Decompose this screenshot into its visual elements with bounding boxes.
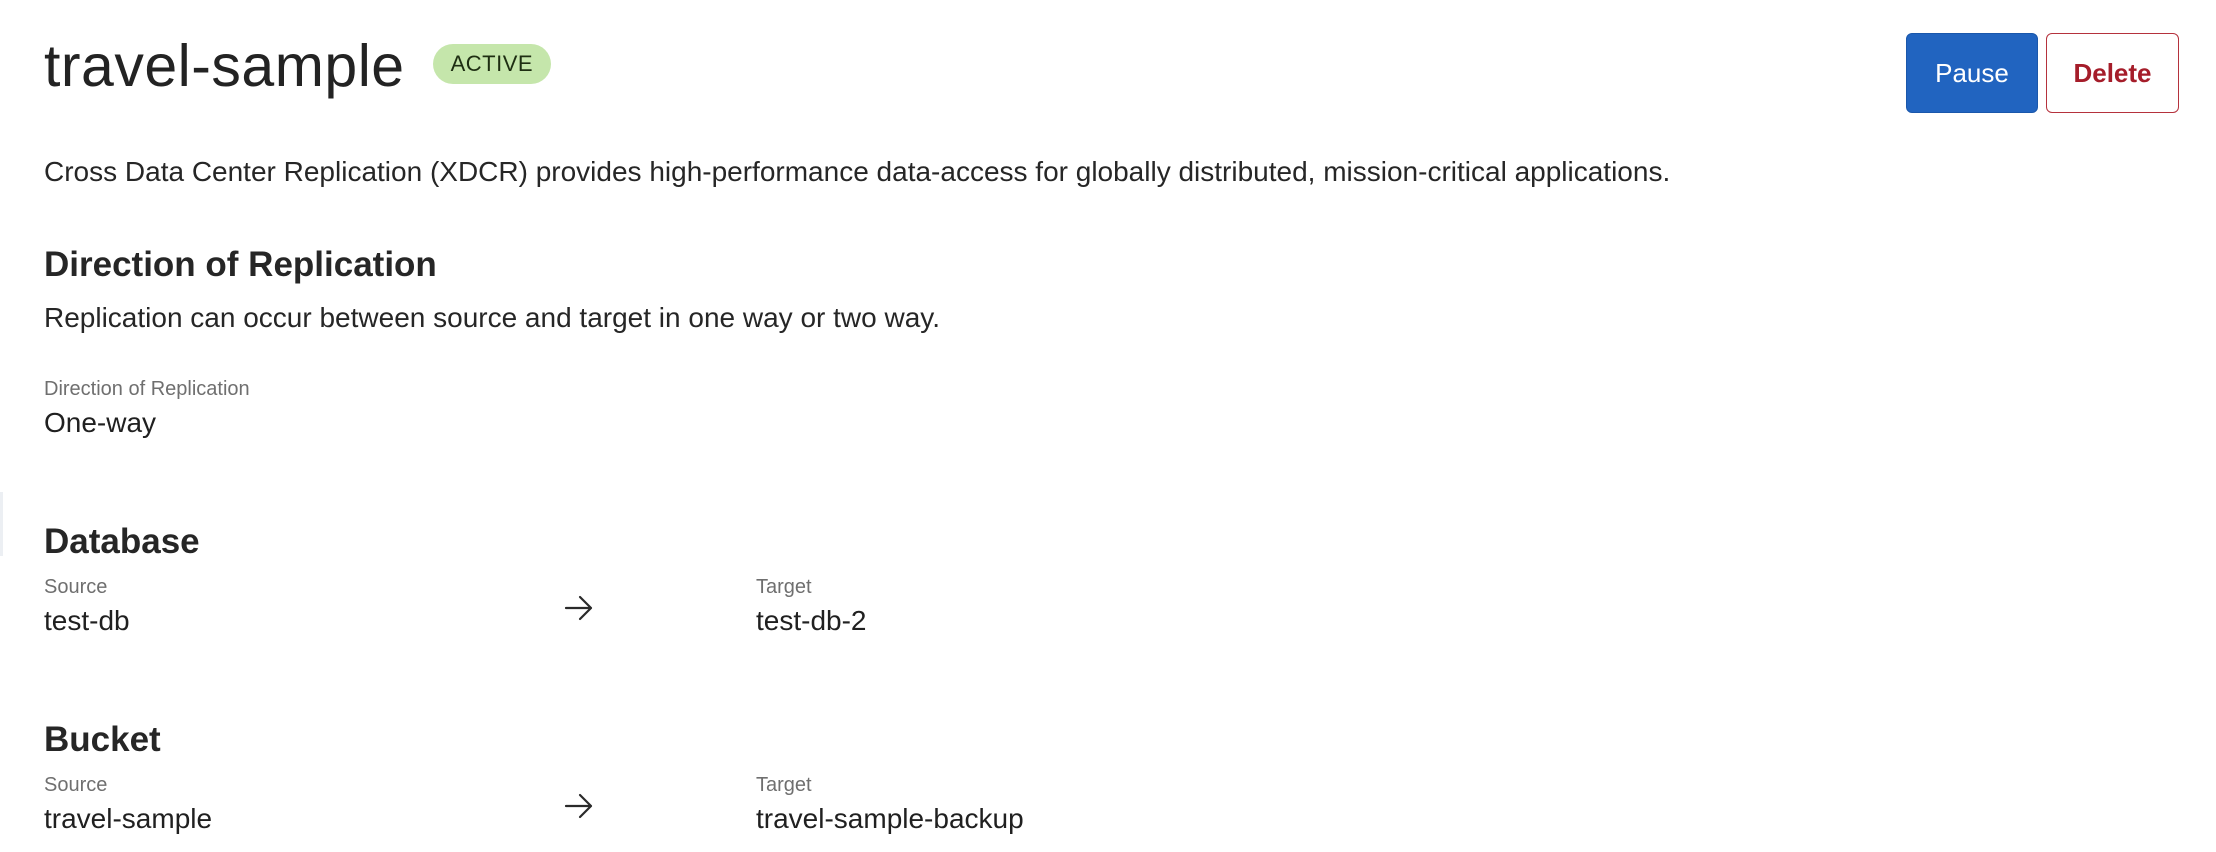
bucket-source-value: travel-sample: [44, 803, 213, 834]
database-target-label: Target: [756, 576, 812, 598]
direction-field-label: Direction of Replication: [44, 378, 250, 400]
direction-section-description: Replication can occur between source and…: [44, 302, 940, 333]
bucket-section-title: Bucket: [44, 720, 161, 759]
page-title: travel-sample: [44, 33, 405, 99]
direction-section-title: Direction of Replication: [44, 245, 437, 284]
arrow-right-icon: [564, 595, 593, 621]
page-header: travel-sample ACTIVE: [44, 30, 552, 102]
delete-button[interactable]: Delete: [2046, 33, 2179, 113]
database-source-label: Source: [44, 576, 108, 598]
database-section-title: Database: [44, 522, 200, 561]
bucket-target-label: Target: [756, 774, 812, 796]
status-badge: ACTIVE: [432, 44, 552, 84]
left-edge-indicator: [0, 492, 3, 556]
bucket-source-label: Source: [44, 774, 108, 796]
direction-field-value: One-way: [44, 407, 157, 438]
arrow-right-icon: [564, 793, 593, 819]
replication-details-page: travel-sample ACTIVE Pause Delete Cross …: [0, 0, 2216, 852]
intro-text: Cross Data Center Replication (XDCR) pro…: [44, 156, 1671, 187]
bucket-target-value: travel-sample-backup: [756, 803, 1024, 834]
header-actions: Pause Delete: [1906, 33, 2179, 113]
pause-button[interactable]: Pause: [1906, 33, 2038, 113]
database-source-value: test-db: [44, 605, 130, 636]
database-target-value: test-db-2: [756, 605, 867, 636]
